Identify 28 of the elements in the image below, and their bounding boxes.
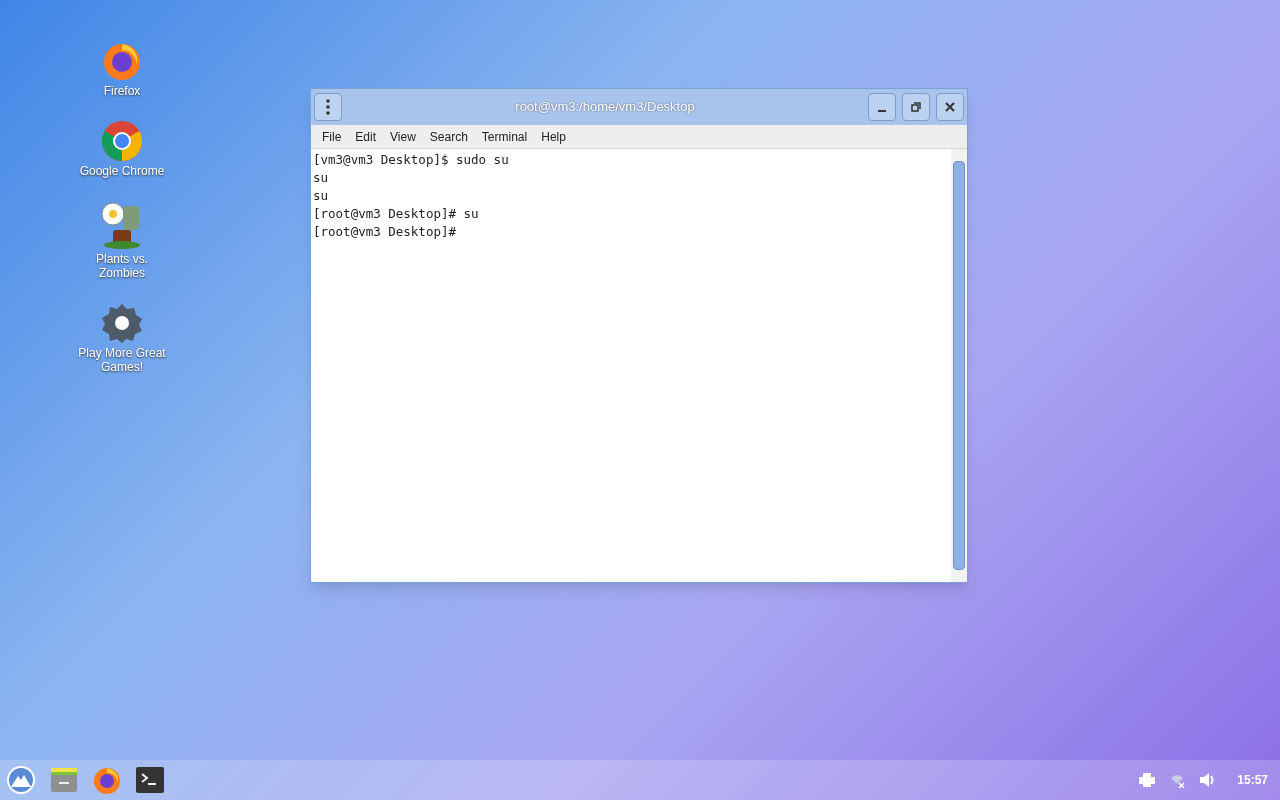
mountain-logo-icon[interactable] xyxy=(6,765,36,795)
scrollbar-thumb[interactable] xyxy=(953,161,965,570)
round-browser-icon xyxy=(101,120,143,162)
gear-icon xyxy=(101,302,143,344)
terminal-icon[interactable] xyxy=(136,767,164,793)
close-icon xyxy=(945,102,955,112)
window-title: root@vm3:/home/vm3/Desktop xyxy=(514,98,696,117)
terminal-line: [root@vm3 Desktop]# su xyxy=(313,205,480,223)
menu-button[interactable] xyxy=(314,93,342,121)
menu-item[interactable]: File xyxy=(315,127,349,146)
minimize-icon xyxy=(878,109,886,112)
menu-item[interactable]: Help xyxy=(534,127,573,146)
menu-item[interactable]: Edit xyxy=(348,127,384,146)
network-disconnected-icon[interactable] xyxy=(1169,772,1186,788)
kebab-menu-icon xyxy=(326,99,330,115)
menu-item[interactable]: Terminal xyxy=(474,127,535,146)
folder-icon[interactable] xyxy=(50,767,78,793)
restore-button[interactable] xyxy=(902,93,930,121)
terminal-line: su xyxy=(313,169,330,187)
terminal-line: [root@vm3 Desktop]# xyxy=(313,223,457,241)
fox-globe-icon[interactable] xyxy=(92,765,122,795)
restore-icon xyxy=(911,102,921,112)
minimize-button[interactable] xyxy=(868,93,896,121)
menu-item[interactable]: Search xyxy=(422,127,475,146)
menu-item[interactable]: View xyxy=(383,127,423,146)
terminal-line: su xyxy=(313,187,330,205)
close-button[interactable] xyxy=(936,93,964,121)
terminal-line: [vm3@vm3 Desktop]$ sudo su xyxy=(313,151,510,169)
